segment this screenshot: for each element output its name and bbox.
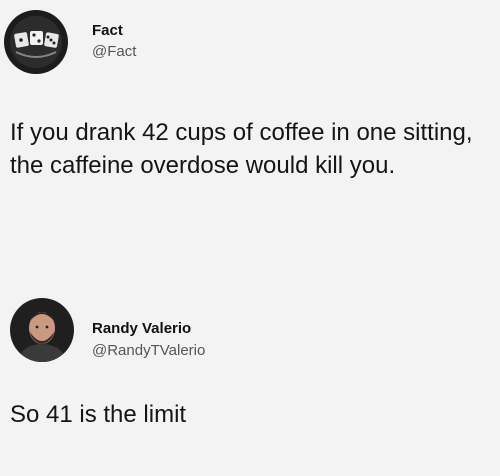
- author-name[interactable]: Fact: [92, 22, 123, 39]
- randy-avatar-icon[interactable]: [10, 298, 74, 362]
- tweet-text: So 41 is the limit: [10, 401, 187, 428]
- fact-avatar-icon[interactable]: [4, 10, 68, 74]
- post-reply: Randy Valerio @RandyTValerio So 41 is th…: [0, 290, 500, 476]
- tweet-text: If you drank 42 cups of coffee in one si…: [10, 119, 473, 179]
- author-name[interactable]: Randy Valerio: [92, 320, 191, 337]
- author-handle[interactable]: @Fact: [92, 43, 136, 60]
- post-fact: Fact @Fact If you drank 42 cups of coffe…: [0, 0, 500, 280]
- author-handle[interactable]: @RandyTValerio: [92, 342, 205, 359]
